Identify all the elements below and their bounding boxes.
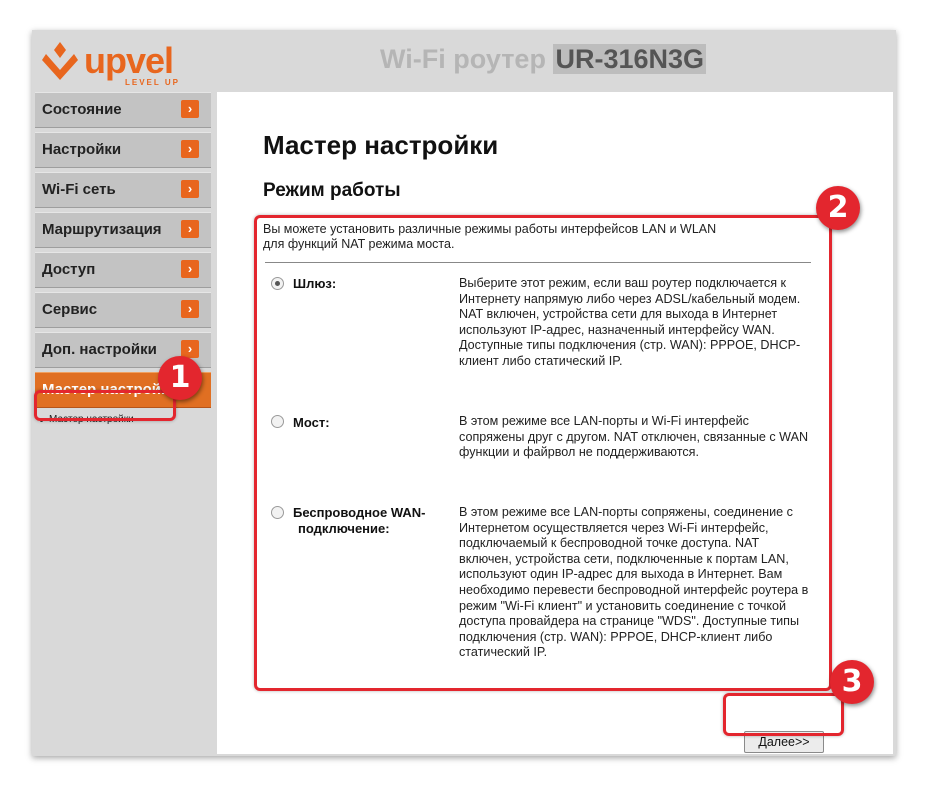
sidebar-item-service[interactable]: Сервис › (35, 292, 211, 328)
annotation-box-2 (254, 215, 832, 691)
chevron-right-icon: › (181, 140, 199, 158)
logo-tagline: LEVEL UP (125, 78, 180, 87)
router-title-text: Wi-Fi роутер (380, 44, 546, 74)
sidebar-item-label: Доп. настройки (42, 341, 157, 358)
sidebar-item-label: Маршрутизация (42, 221, 162, 238)
upvel-logo-icon (42, 42, 78, 80)
router-title: Wi-Fi роутер UR-316N3G (380, 44, 707, 75)
annotation-step-1: 1 (158, 356, 202, 400)
sidebar-item-label: Сервис (42, 301, 98, 318)
sidebar-item-label: Настройки (42, 141, 122, 158)
sidebar-item-status[interactable]: Состояние › (35, 92, 211, 128)
sidebar-item-access[interactable]: Доступ › (35, 252, 211, 288)
annotation-box-3 (723, 693, 844, 736)
upvel-logo: upvel LEVEL UP (40, 38, 200, 87)
section-title: Режим работы (263, 180, 401, 201)
chevron-right-icon: › (181, 260, 199, 278)
sidebar-item-settings[interactable]: Настройки › (35, 132, 211, 168)
chevron-right-icon: › (181, 300, 199, 318)
sidebar-item-routing[interactable]: Маршрутизация › (35, 212, 211, 248)
annotation-step-3: 3 (830, 660, 874, 704)
annotation-step-2: 2 (816, 186, 860, 230)
router-model: UR-316N3G (553, 44, 707, 74)
sidebar-item-label: Доступ (42, 261, 96, 278)
logo-wordmark: upvel (84, 40, 174, 81)
sidebar-item-label: Состояние (42, 101, 122, 118)
sidebar: Состояние › Настройки › Wi-Fi сеть › Мар… (35, 92, 211, 754)
chevron-right-icon: › (181, 220, 199, 238)
annotation-box-1 (34, 390, 176, 421)
chevron-right-icon: › (181, 100, 199, 118)
header: upvel LEVEL UP Wi-Fi роутер UR-316N3G (32, 30, 896, 92)
sidebar-item-wifi[interactable]: Wi-Fi сеть › (35, 172, 211, 208)
page-title: Мастер настройки (263, 130, 499, 160)
chevron-right-icon: › (181, 340, 199, 358)
chevron-right-icon: › (181, 180, 199, 198)
sidebar-item-label: Wi-Fi сеть (42, 181, 116, 198)
